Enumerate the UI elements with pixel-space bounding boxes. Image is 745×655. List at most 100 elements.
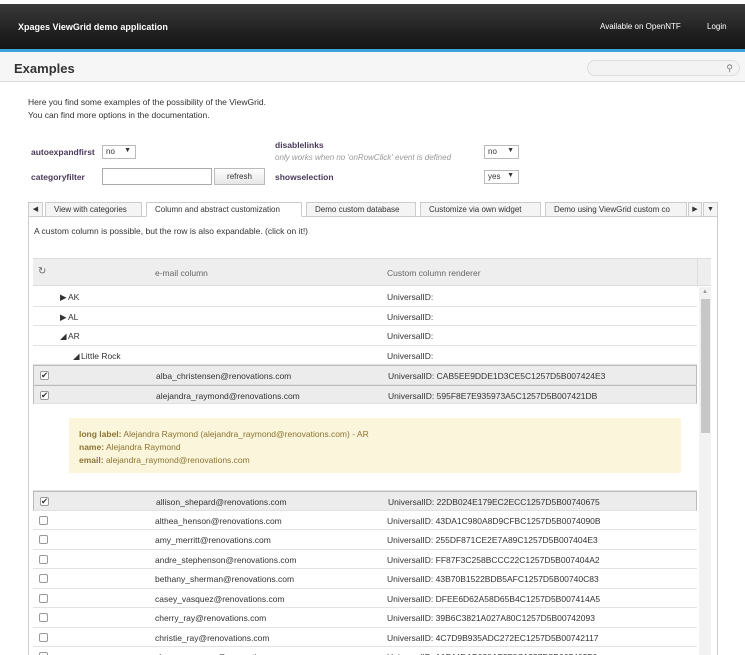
renderer-cell: UniversalID: [387,292,434,302]
renderer-cell: UniversalID: FF87F3C258BCCC22C1257D5B007… [387,554,600,565]
email-cell: amy_merritt@renovations.com [155,535,271,545]
table-row[interactable]: bethany_sherman@renovations.com Universal… [33,569,697,589]
column-header-email[interactable]: e-mail column [155,268,208,278]
renderer-cell: UniversalID: 39B6C3821A027A80C1257D5B007… [387,613,595,623]
table-row[interactable]: ✔ allison_shepard@renovations.com Universa… [33,491,697,511]
row-checkbox[interactable] [39,632,48,642]
chevron-down-icon: ▼ [507,147,514,154]
renderer-cell: UniversalID: [387,350,434,361]
detail-name-key: name: [79,442,105,452]
category-label: Little Rock [81,350,121,361]
categoryfilter-label: categoryfilter [31,172,85,182]
table-row[interactable]: cherry_ray@renovations.com UniversalID: 3… [33,608,697,628]
showselection-select[interactable]: yes ▼ [484,170,519,184]
app-title: Xpages ViewGrid demo application [18,22,168,32]
renderer-cell: UniversalID: 43DA1C980A8D9CFBC1257D5B007… [387,515,601,526]
email-cell: christie_ray@renovations.com [155,632,270,643]
detail-email-key: email: [79,455,104,465]
tab-scroll-right-icon[interactable]: ▶ [688,202,702,217]
collapse-twistie-icon[interactable]: ◢ [73,351,80,362]
email-cell: alejandra_raymond@renovations.com [156,390,300,401]
renderer-cell: UniversalID: 22DB024E179EC2ECC1257D5B007… [388,497,600,507]
page-header: Examples ⚲ [0,52,745,82]
table-row[interactable]: christie_ray@renovations.com UniversalID:… [33,627,697,647]
scrollbar-thumb[interactable] [701,299,710,433]
refresh-icon[interactable]: ↻ [38,266,46,277]
tab-view-with-categories[interactable]: View with categories [45,202,142,217]
expand-twistie-icon[interactable]: ▶ [60,292,67,303]
email-cell: cherry_ray@renovations.com [155,613,267,623]
detail-long-label-value: Alejandra Raymond (alejandra_raymond@ren… [123,429,369,439]
renderer-cell: UniversalID: [387,331,434,341]
check-icon: ✔ [41,496,49,506]
table-row[interactable]: andre_stephenson@renovations.com Universa… [33,549,697,569]
disablelinks-select[interactable]: no ▼ [484,145,519,159]
table-row[interactable]: althea_henson@renovations.com UniversalID… [33,510,697,530]
opnntf-link[interactable]: Available on OpenNTF [600,22,681,31]
row-checkbox[interactable]: ✔ [40,389,49,400]
tab-scroll-left-icon[interactable]: ◀ [28,202,43,217]
vertical-scrollbar[interactable]: ▲ [699,287,711,655]
disablelinks-hint: only works when no 'onRowClick' event is… [275,153,452,162]
email-cell: andre_stephenson@renovations.com [155,554,297,565]
page-title: Examples [14,61,75,76]
tab-demo-custom-database[interactable]: Demo custom database [306,202,416,217]
detail-name-value: Alejandra Raymond [105,442,181,452]
login-link[interactable]: Login [707,22,727,31]
tab-menu-chevron-down-icon[interactable]: ▼ [703,202,718,217]
search-input[interactable]: ⚲ [587,60,740,76]
row-checkbox[interactable]: ✔ [40,497,49,506]
row-checkbox[interactable] [39,574,48,583]
disablelinks-value: no [488,147,497,156]
category-label: AR [68,331,80,341]
email-cell: alba_christensen@renovations.com [156,371,292,381]
categoryfilter-input[interactable] [102,168,212,185]
header-divider [697,259,698,287]
table-row[interactable]: ✔ alejandra_raymond@renovations.com Univer… [33,384,697,404]
category-row[interactable]: ◢ Little Rock UniversalID: [33,345,697,365]
expand-twistie-icon[interactable]: ▶ [60,312,67,323]
collapse-twistie-icon[interactable]: ◢ [60,331,67,342]
renderer-cell: UniversalID: 595F8E7E935973A5C1257D5B007… [388,390,598,401]
table-row[interactable]: casey_vasquez@renovations.com UniversalID… [33,588,697,608]
email-cell: althea_henson@renovations.com [155,515,282,526]
column-header-renderer[interactable]: Custom column renderer [387,268,481,278]
category-row[interactable]: ▶ AK UniversalID: [33,287,697,307]
renderer-cell: UniversalID: 43B70B1522BDB5AFC1257D5B007… [387,574,599,584]
row-checkbox[interactable]: ✔ [40,371,49,380]
showselection-value: yes [488,172,501,181]
autoexpandfirst-select[interactable]: no ▼ [102,145,136,159]
autoexpandfirst-label: autoexpandfirst [31,147,95,157]
tab-customize-via-own-widget[interactable]: Customize via own widget [420,202,541,217]
grid-body: ▶ AK UniversalID: ▶ AL UniversalID: ◢ AR Univers… [33,287,697,655]
category-row[interactable]: ▶ AL UniversalID: [33,306,697,326]
view-grid: ↻ e-mail column Custom column renderer ▶… [33,258,711,655]
row-checkbox[interactable] [39,535,48,544]
tab-bar: ◀ View with categories Column and abstra… [28,202,718,217]
check-icon: ✔ [41,370,49,380]
grid-header: ↻ e-mail column Custom column renderer [33,258,711,287]
email-cell: casey_vasquez@renovations.com [155,593,285,604]
renderer-cell: UniversalID: [387,311,434,322]
category-row[interactable]: ◢ AR UniversalID: [33,326,697,346]
table-row[interactable]: ✔ alba_christensen@renovations.com Univers… [33,365,697,385]
panel-description: A custom column is possible, but the row… [34,226,309,236]
refresh-button[interactable]: refresh [214,168,265,185]
scroll-up-icon[interactable]: ▲ [702,289,708,295]
detail-email-value: alejandra_raymond@renovations.com [105,455,250,465]
table-row[interactable]: amy_merritt@renovations.com UniversalID: … [33,530,697,550]
detail-box: long label: Alejandra Raymond (alejandra… [69,418,681,473]
search-icon[interactable]: ⚲ [726,63,733,74]
tab-column-abstract-customization[interactable]: Column and abstract customization [146,202,302,217]
row-checkbox[interactable] [39,515,48,525]
row-checkbox[interactable] [39,554,48,564]
chevron-down-icon: ▼ [124,147,131,154]
renderer-cell: UniversalID: DFEE6D62A58D65B4C1257D5B007… [387,593,601,604]
check-icon: ✔ [41,389,49,400]
renderer-cell: UniversalID: 255DF871CE2E7A89C1257D5B007… [387,535,598,545]
table-row[interactable]: clarence_mason@renovations.comUniversalI… [33,647,697,655]
row-checkbox[interactable] [39,593,48,603]
row-checkbox[interactable] [39,613,48,622]
detail-email-line: email: alejandra_raymond@renovations.com [79,454,671,467]
tab-demo-viewgrid-custom[interactable]: Demo using ViewGrid custom co [545,202,687,217]
